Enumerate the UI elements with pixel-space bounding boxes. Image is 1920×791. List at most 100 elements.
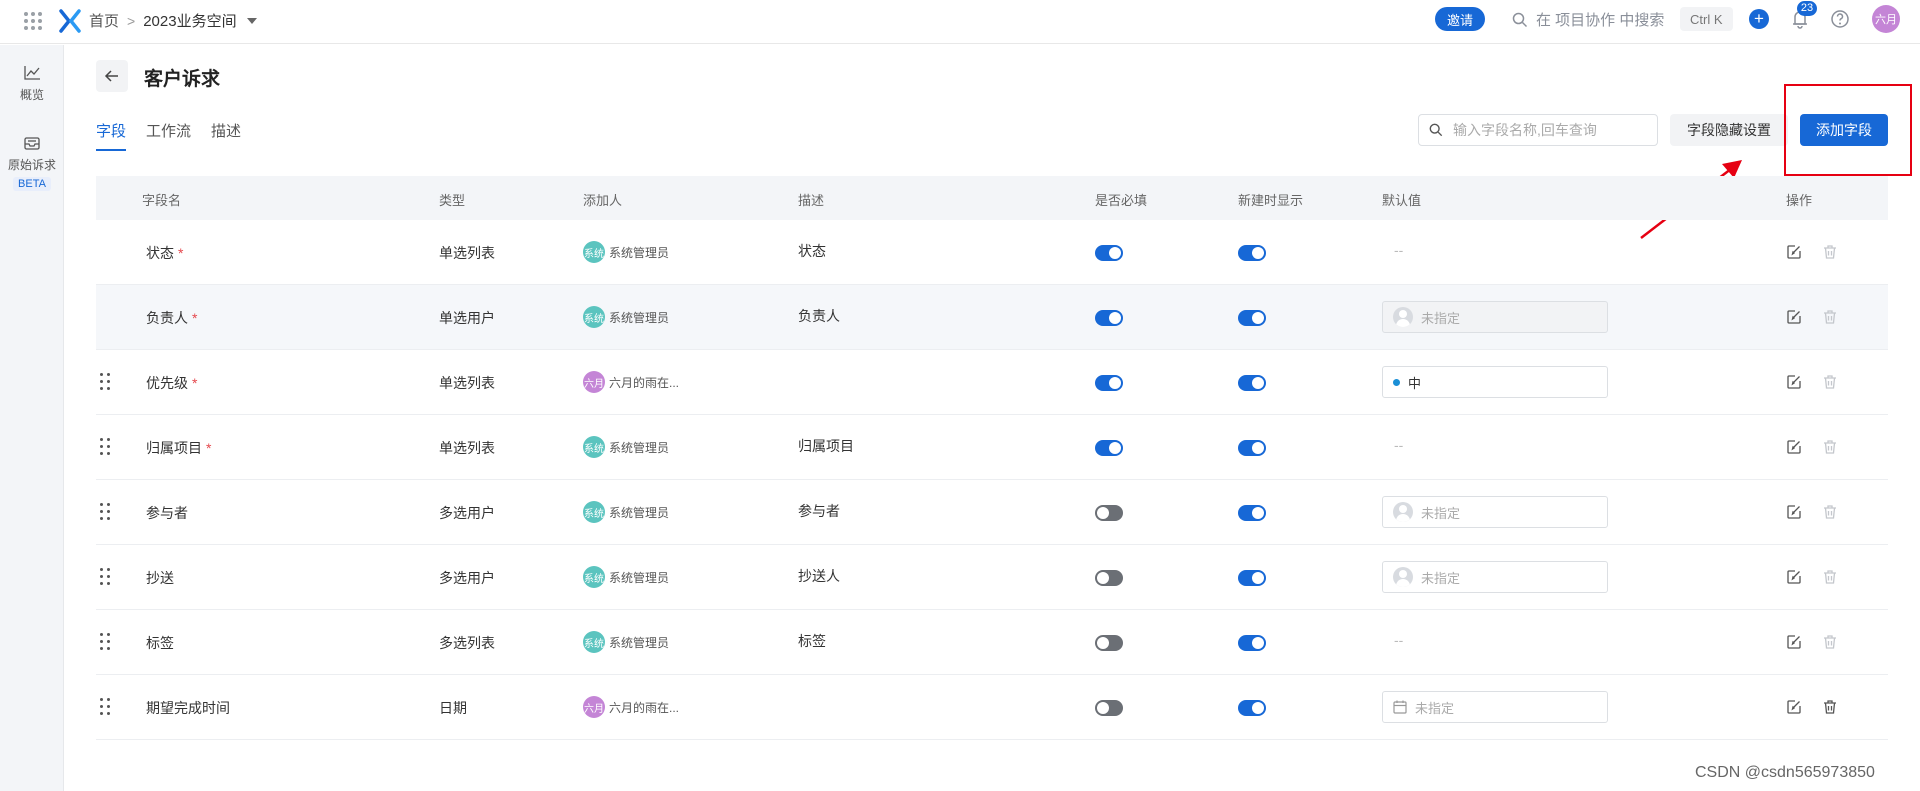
- table-row[interactable]: 标签 多选列表 系统 系统管理员 标签 --: [96, 610, 1888, 675]
- required-toggle[interactable]: [1095, 440, 1123, 456]
- chart-line-icon: [24, 66, 40, 80]
- apps-grid-icon[interactable]: [24, 12, 42, 30]
- header-default-value: 默认值: [1382, 193, 1422, 208]
- row-actions: [1786, 374, 1838, 393]
- drag-handle-icon[interactable]: [100, 373, 112, 391]
- show-on-create-toggle[interactable]: [1238, 700, 1266, 716]
- field-name: 优先级: [146, 375, 188, 391]
- workspace-switcher[interactable]: 2023业务空间: [143, 10, 236, 31]
- table-row[interactable]: 归属项目 * 单选列表 系统 系统管理员 归属项目 --: [96, 415, 1888, 480]
- invite-button[interactable]: 邀请: [1435, 7, 1485, 31]
- field-name-cell: 期望完成时间: [146, 698, 230, 718]
- edit-icon[interactable]: [1786, 699, 1802, 718]
- creator-name: 系统管理员: [609, 440, 670, 455]
- show-on-create-toggle[interactable]: [1238, 635, 1266, 651]
- required-toggle[interactable]: [1095, 505, 1123, 521]
- show-on-create-toggle[interactable]: [1238, 440, 1266, 456]
- required-toggle[interactable]: [1095, 245, 1123, 261]
- row-actions: [1786, 244, 1838, 263]
- field-search-input[interactable]: [1453, 122, 1643, 138]
- show-on-create-toggle[interactable]: [1238, 570, 1266, 586]
- edit-icon[interactable]: [1786, 244, 1802, 263]
- tab-fields[interactable]: 字段: [96, 120, 127, 151]
- field-name: 期望完成时间: [146, 700, 230, 716]
- app-logo-icon[interactable]: [58, 8, 82, 34]
- default-value-field[interactable]: 中: [1382, 366, 1608, 398]
- required-toggle[interactable]: [1095, 635, 1123, 651]
- table-row[interactable]: 期望完成时间 日期 六月 六月的雨在... 未指定: [96, 675, 1888, 740]
- default-value-empty: --: [1394, 632, 1404, 648]
- avatar: 六月: [583, 371, 605, 393]
- field-type: 多选用户: [439, 570, 495, 586]
- creator-name: 系统管理员: [609, 570, 670, 585]
- default-value-field[interactable]: 未指定: [1382, 561, 1608, 593]
- edit-icon[interactable]: [1786, 504, 1802, 523]
- required-toggle[interactable]: [1095, 700, 1123, 716]
- default-value-text: 未指定: [1421, 570, 1461, 586]
- avatar: 系统: [583, 501, 605, 523]
- global-search[interactable]: 在 项目协作 中搜索: [1512, 9, 1664, 30]
- edit-icon[interactable]: [1786, 309, 1802, 328]
- row-actions: [1786, 634, 1838, 653]
- edit-icon[interactable]: [1786, 634, 1802, 653]
- creator-cell: 系统 系统管理员: [583, 631, 669, 653]
- create-plus-button[interactable]: +: [1749, 9, 1769, 29]
- drag-handle-icon[interactable]: [100, 438, 112, 456]
- sidebar-item-overview[interactable]: 概览: [0, 65, 64, 103]
- default-value-field[interactable]: 未指定: [1382, 496, 1608, 528]
- table-row[interactable]: 状态 * 单选列表 系统 系统管理员 状态 --: [96, 220, 1888, 285]
- tab-workflow[interactable]: 工作流: [146, 120, 191, 151]
- avatar: 系统: [583, 306, 605, 328]
- field-search-box[interactable]: [1418, 114, 1658, 146]
- field-description: 参与者: [798, 503, 840, 519]
- priority-dot-icon: [1393, 378, 1400, 386]
- avatar: 系统: [583, 436, 605, 458]
- tab-description[interactable]: 描述: [211, 120, 241, 151]
- trash-icon: [1822, 374, 1838, 393]
- arrow-left-icon: [104, 70, 118, 82]
- edit-icon[interactable]: [1786, 569, 1802, 588]
- required-toggle[interactable]: [1095, 310, 1123, 326]
- field-hide-settings-button[interactable]: 字段隐藏设置: [1670, 114, 1788, 146]
- sidebar-item-raw-requests[interactable]: 原始诉求 BETA: [0, 135, 64, 191]
- show-on-create-toggle[interactable]: [1238, 375, 1266, 391]
- edit-icon[interactable]: [1786, 439, 1802, 458]
- help-icon[interactable]: [1830, 9, 1850, 29]
- show-on-create-toggle[interactable]: [1238, 245, 1266, 261]
- required-mark: *: [206, 440, 212, 456]
- trash-icon: [1822, 439, 1838, 458]
- avatar: 系统: [583, 566, 605, 588]
- table-row[interactable]: 抄送 多选用户 系统 系统管理员 抄送人 未指定: [96, 545, 1888, 610]
- avatar: 六月: [583, 696, 605, 718]
- drag-handle-icon[interactable]: [100, 568, 112, 586]
- table-row[interactable]: 参与者 多选用户 系统 系统管理员 参与者 未指定: [96, 480, 1888, 545]
- drag-handle-icon[interactable]: [100, 503, 112, 521]
- field-type: 多选用户: [439, 505, 495, 521]
- header-actions: 操作: [1786, 193, 1813, 208]
- chevron-down-icon[interactable]: [246, 17, 257, 24]
- trash-icon: [1822, 244, 1838, 263]
- show-on-create-toggle[interactable]: [1238, 310, 1266, 326]
- field-description: 归属项目: [798, 438, 854, 454]
- table-row[interactable]: 优先级 * 单选列表 六月 六月的雨在... 中: [96, 350, 1888, 415]
- drag-handle-icon[interactable]: [100, 698, 112, 716]
- breadcrumb-separator: >: [127, 12, 136, 29]
- default-value-field[interactable]: 未指定: [1382, 301, 1608, 333]
- required-toggle[interactable]: [1095, 570, 1123, 586]
- show-on-create-toggle[interactable]: [1238, 505, 1266, 521]
- field-name: 归属项目: [146, 440, 202, 456]
- breadcrumb-home[interactable]: 首页: [89, 10, 119, 31]
- user-avatar[interactable]: 六月: [1872, 5, 1900, 33]
- back-button[interactable]: [96, 60, 128, 92]
- creator-cell: 六月 六月的雨在...: [583, 371, 679, 393]
- notification-badge: 23: [1797, 1, 1817, 16]
- trash-icon[interactable]: [1822, 699, 1838, 718]
- table-row[interactable]: 负责人 * 单选用户 系统 系统管理员 负责人 未指定: [96, 285, 1888, 350]
- drag-handle-icon[interactable]: [100, 633, 112, 651]
- edit-icon[interactable]: [1786, 374, 1802, 393]
- default-value-field[interactable]: 未指定: [1382, 691, 1608, 723]
- field-name-cell: 归属项目 *: [146, 438, 211, 458]
- calendar-icon: [1393, 700, 1407, 714]
- required-toggle[interactable]: [1095, 375, 1123, 391]
- field-type: 多选列表: [439, 635, 495, 651]
